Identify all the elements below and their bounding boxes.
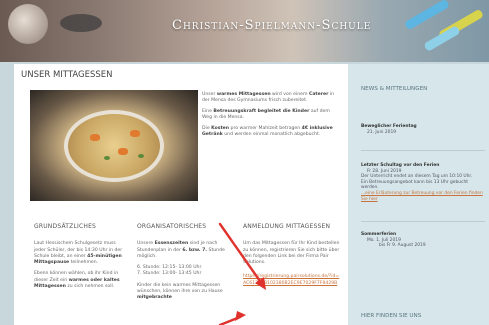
column-heading: ANMELDUNG MITTAGESSEN bbox=[243, 223, 331, 230]
news-item-title: Beweglicher Ferientag bbox=[361, 124, 417, 129]
herb-decoration bbox=[104, 156, 110, 160]
intro-text-part: pro warmer Mahlzeit betragen bbox=[229, 126, 302, 132]
sidebar: NEWS & MITTEILUNGEN Beweglicher Ferienta… bbox=[348, 64, 489, 325]
column-heading: ORGANISATORISCHES bbox=[137, 223, 207, 230]
news-item: Sommerferien Mo. 1. Juli 2019 bis Fr 9. … bbox=[361, 232, 487, 249]
news-item-text: Der Unterricht endet an diesem Tag um 10… bbox=[361, 174, 473, 180]
carrot-decoration bbox=[130, 130, 140, 137]
header-decoration bbox=[8, 4, 48, 44]
intro-text: Unser warmes Mittagessen wird von einem … bbox=[202, 92, 338, 143]
main-content: UNSER MITTAGESSEN Unser warmes Mittagess… bbox=[14, 64, 348, 325]
intro-text-part: wird von einem bbox=[270, 92, 309, 97]
site-header: Christian-Spielmann-Schule bbox=[0, 0, 489, 62]
column-paragraph: Kinder die kein warmes Mittagessen wünsc… bbox=[137, 283, 235, 302]
news-item-title: Letzter Schultag vor den Ferien bbox=[361, 163, 440, 168]
intro-text-bold: Kosten bbox=[211, 126, 230, 132]
divider bbox=[361, 150, 485, 151]
column-paragraph: Ebenn können wählen, ob ihr Kind in dies… bbox=[34, 271, 126, 290]
column-grundsaetzliches: GRUNDSÄTZLICHES Laut Hessischem Schulges… bbox=[34, 223, 126, 295]
column-paragraph: https://registrierung.pairsolutions.de/?… bbox=[243, 274, 341, 287]
column-text-bold: mitgebrachte bbox=[137, 295, 172, 301]
news-item-text: Ein Betreuungsangebot kann bis 13 Uhr ge… bbox=[361, 179, 468, 191]
news-item-title: Sommerferien bbox=[361, 232, 397, 237]
news-item: Beweglicher Ferientag 21. Juni 2019 bbox=[361, 124, 487, 135]
divider bbox=[361, 221, 485, 222]
intro-text-bold: warmes Mittagessen bbox=[216, 92, 271, 97]
column-paragraph: Um das Mittagessen für Ihr Kind bestelle… bbox=[243, 241, 340, 266]
pencil-decoration bbox=[403, 0, 451, 31]
column-paragraph: Unsere Essenszeiten sind je nach Stunden… bbox=[137, 241, 235, 260]
column-text: Unsere bbox=[137, 241, 155, 247]
news-item-date: 21. Juni 2019 bbox=[367, 129, 397, 135]
intro-paragraph: Die Kosten pro warmer Mahlzeit betragen … bbox=[202, 126, 338, 139]
carrot-decoration bbox=[118, 148, 128, 155]
intro-text-part: Eine bbox=[202, 109, 214, 115]
intro-text-part: Die bbox=[202, 126, 212, 132]
news-item-date: Mo. 1. Juli 2019 bbox=[367, 237, 401, 243]
intro-paragraph: Unser warmes Mittagessen wird von einem … bbox=[202, 92, 338, 105]
news-heading: NEWS & MITTEILUNGEN bbox=[361, 86, 428, 92]
soup-bowl-image bbox=[64, 110, 164, 182]
column-heading: GRUNDSÄTZLICHES bbox=[34, 223, 97, 230]
column-paragraph: Laut Hessischem Schulgesetz muss jeder S… bbox=[34, 241, 126, 266]
time-slot: 6. Stunde: 12:15- 13:00 Uhr bbox=[137, 265, 202, 271]
carrot-decoration bbox=[90, 134, 100, 141]
column-organisatorisches: ORGANISATORISCHES Unsere Essenszeiten si… bbox=[137, 223, 235, 307]
column-paragraph: 6. Stunde: 12:15- 13:00 Uhr 7. Stunde: 13… bbox=[137, 265, 235, 278]
column-text: Kinder die kein warmes Mittagessen wünsc… bbox=[137, 282, 223, 295]
column-text-bold: 6. bzw. 7. bbox=[182, 247, 208, 253]
intro-text-part: und werden einmal monatlich abgebucht. bbox=[222, 132, 321, 138]
page-title: UNSER MITTAGESSEN bbox=[21, 70, 113, 80]
news-item: Letzter Schultag vor den Ferien Fr 28. J… bbox=[361, 163, 487, 202]
intro-text-bold: Caterer bbox=[308, 92, 329, 97]
location-heading: HIER FINDEN SIE UNS bbox=[361, 313, 422, 319]
column-text: zu sich nehmen soll. bbox=[65, 284, 115, 290]
soup-photo bbox=[30, 90, 198, 201]
news-item-date: Fr 28. Juni 2019 bbox=[367, 168, 402, 174]
intro-text-bold: Betreuungskraft begleitet die Kinder bbox=[213, 109, 310, 115]
column-anmeldung: ANMELDUNG MITTAGESSEN Um das Mittagessen… bbox=[243, 223, 341, 292]
intro-text-part: Unser bbox=[202, 92, 217, 97]
care-info-link[interactable]: ...eine Erläuterung zur Betreuung vor de… bbox=[361, 191, 483, 202]
column-text-bold: Essenszeiten bbox=[154, 241, 189, 247]
header-decoration bbox=[60, 14, 102, 32]
news-item-date: bis Fr 9. August 2019 bbox=[379, 243, 426, 249]
herb-decoration bbox=[138, 154, 144, 158]
intro-paragraph: Eine Betreuungskraft begleitet die Kinde… bbox=[202, 109, 338, 122]
site-title[interactable]: Christian-Spielmann-Schule bbox=[172, 18, 371, 33]
time-slot: 7. Stunde: 13:00- 13:45 Uhr bbox=[137, 271, 202, 277]
registration-link[interactable]: https://registrierung.pairsolutions.de/?… bbox=[243, 274, 339, 285]
column-text: teilnehmen. bbox=[69, 260, 99, 266]
